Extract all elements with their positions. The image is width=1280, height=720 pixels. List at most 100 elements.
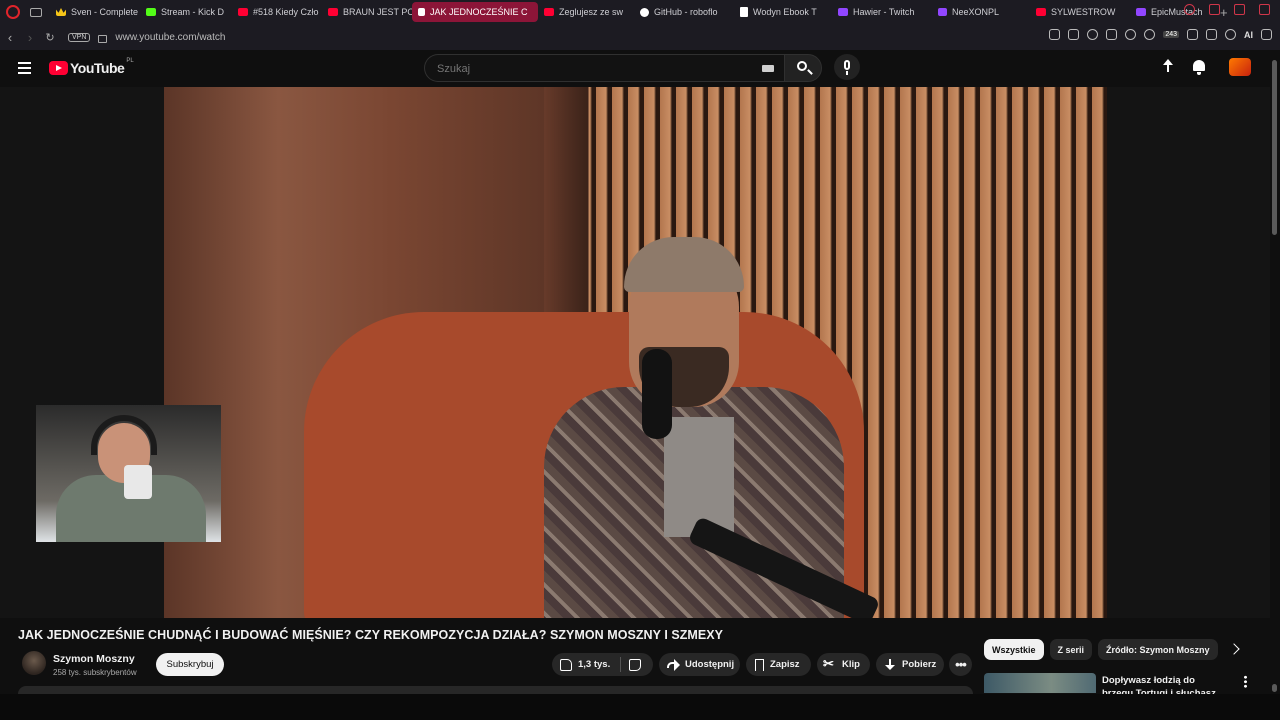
chip-series[interactable]: Z serii bbox=[1049, 639, 1093, 660]
like-divider bbox=[620, 657, 622, 672]
back-arrow-icon[interactable]: ‹ bbox=[0, 30, 20, 45]
browser-tab[interactable]: Wodyn Ebook T bbox=[734, 2, 832, 22]
chip-source[interactable]: Źródło: Szymon Moszny bbox=[1098, 639, 1218, 660]
kick-icon bbox=[938, 8, 947, 16]
more-actions-button[interactable]: ••• bbox=[949, 653, 972, 676]
thumbs-down-icon[interactable] bbox=[629, 658, 642, 671]
close-window-icon[interactable] bbox=[1259, 4, 1270, 15]
youtube-logo[interactable]: YouTube PL bbox=[49, 58, 134, 76]
chevron-right-icon[interactable] bbox=[1228, 643, 1240, 655]
scissors-icon bbox=[823, 656, 836, 672]
channel-name[interactable]: Szymon Moszny bbox=[53, 653, 135, 665]
twitch-icon bbox=[838, 8, 848, 16]
like-dislike-group: 1,3 tys. bbox=[552, 653, 653, 676]
profile-icon[interactable] bbox=[1225, 29, 1236, 40]
thumbs-up-icon[interactable] bbox=[560, 658, 572, 671]
shield-icon[interactable] bbox=[1087, 29, 1099, 40]
youtube-play-icon bbox=[49, 61, 68, 75]
search-input[interactable] bbox=[435, 62, 739, 76]
browser-tab[interactable]: NeeXONPL bbox=[932, 2, 1030, 22]
chip-all[interactable]: Wszystkie bbox=[984, 639, 1044, 660]
workspaces-icon[interactable] bbox=[30, 7, 42, 17]
video-player[interactable] bbox=[0, 87, 1270, 618]
browser-tab[interactable]: GitHub - roboflo bbox=[634, 2, 734, 22]
download-icon bbox=[884, 658, 896, 671]
kick-icon bbox=[146, 8, 156, 16]
bottom-bar bbox=[0, 694, 1280, 720]
voice-search-mic-icon[interactable] bbox=[834, 54, 860, 80]
page-scrollbar[interactable] bbox=[1272, 60, 1277, 235]
share-button[interactable]: Udostępnij bbox=[659, 653, 740, 676]
share-icon bbox=[667, 658, 680, 671]
save-label: Zapisz bbox=[770, 659, 800, 670]
github-icon bbox=[640, 7, 649, 17]
microphone bbox=[642, 349, 672, 439]
download-label: Pobierz bbox=[902, 659, 937, 670]
page-scrollbar-lower[interactable] bbox=[1272, 684, 1277, 692]
youtube-header: YouTube PL bbox=[0, 50, 1280, 87]
reload-icon[interactable]: ↻ bbox=[40, 31, 60, 44]
search-icon bbox=[797, 61, 807, 71]
search-button[interactable] bbox=[784, 54, 822, 82]
video-title: JAK JEDNOCZEŚNIE CHUDNĄĆ I BUDOWAĆ MIĘŚN… bbox=[18, 628, 724, 642]
guest-cap bbox=[624, 237, 744, 292]
youtube-icon bbox=[1036, 8, 1046, 16]
account-avatar[interactable] bbox=[1229, 58, 1251, 76]
browser-tab[interactable]: Zegluje​sz ze sw bbox=[538, 2, 634, 22]
address-bar: ‹ › ↻ VPN www.youtube.com/watch 243 AI bbox=[0, 24, 1280, 50]
browser-tab[interactable]: BRAUN JEST PO bbox=[322, 2, 412, 22]
vpn-badge[interactable]: VPN bbox=[68, 32, 91, 42]
save-button[interactable]: Zapisz bbox=[746, 653, 811, 676]
like-count[interactable]: 1,3 tys. bbox=[578, 659, 610, 670]
hamburger-menu-icon[interactable] bbox=[18, 62, 31, 74]
youtube-icon bbox=[544, 8, 554, 16]
clip-button[interactable]: Klip bbox=[817, 653, 870, 676]
browser-tab[interactable]: Hawier - Twitch bbox=[832, 2, 932, 22]
crown-icon bbox=[56, 8, 66, 16]
puzzle-icon[interactable] bbox=[1206, 29, 1217, 40]
ai-button[interactable]: AI bbox=[1244, 30, 1253, 40]
minimize-icon[interactable] bbox=[1209, 4, 1220, 15]
twitch-icon bbox=[1136, 8, 1146, 16]
browser-tab[interactable]: Stream - Kick D bbox=[140, 2, 232, 22]
download-button[interactable]: Pobierz bbox=[876, 653, 944, 676]
browser-tab[interactable]: #518 Kiedy Czło bbox=[232, 2, 322, 22]
keyboard-icon[interactable] bbox=[762, 65, 774, 72]
video-frame bbox=[164, 87, 1107, 618]
description-box[interactable] bbox=[18, 686, 973, 694]
more-vertical-icon[interactable] bbox=[1244, 675, 1247, 688]
browser-tab[interactable]: Sven - Complete bbox=[50, 2, 140, 22]
speaker-icon bbox=[418, 8, 425, 16]
heart-icon[interactable] bbox=[1125, 29, 1137, 40]
streamer-webcam-overlay bbox=[36, 405, 221, 542]
maximize-icon[interactable] bbox=[1234, 4, 1245, 15]
recommendation-title[interactable]: Dopływasz łodzią do brzegu Tortugi i słu… bbox=[1102, 674, 1227, 694]
bookmark-icon bbox=[755, 658, 764, 671]
notifications-bell-icon[interactable] bbox=[1193, 60, 1205, 75]
opera-logo-icon[interactable] bbox=[6, 5, 20, 19]
youtube-icon bbox=[328, 8, 338, 16]
browser-tab[interactable]: SYLWESTROW bbox=[1030, 2, 1130, 22]
forward-arrow-icon[interactable]: › bbox=[20, 30, 40, 45]
snapshot-icon[interactable] bbox=[1068, 29, 1080, 40]
url-field[interactable]: www.youtube.com/watch bbox=[115, 32, 225, 43]
easy-setup-icon[interactable] bbox=[1261, 29, 1272, 40]
lock-icon[interactable] bbox=[98, 35, 108, 43]
recommendation-thumbnail[interactable] bbox=[984, 673, 1096, 693]
wallet-icon[interactable] bbox=[1187, 29, 1198, 40]
channel-avatar[interactable] bbox=[22, 651, 46, 675]
browser-tab-active[interactable]: JAK JEDNOCZEŚNIE C bbox=[412, 2, 538, 22]
extension-a-icon[interactable] bbox=[1144, 29, 1156, 40]
clip-label: Klip bbox=[842, 659, 860, 670]
extension-badge[interactable]: 243 bbox=[1163, 31, 1179, 38]
subscribe-button[interactable]: Subskrybuj bbox=[156, 653, 224, 676]
country-code: PL bbox=[126, 58, 134, 64]
create-upload-icon[interactable] bbox=[1160, 59, 1176, 75]
share-label: Udostępnij bbox=[685, 659, 735, 670]
window-controls bbox=[1184, 4, 1270, 15]
more-horizontal-icon: ••• bbox=[955, 657, 967, 672]
pin-icon[interactable] bbox=[1049, 29, 1061, 40]
document-icon bbox=[740, 7, 748, 17]
play-icon[interactable] bbox=[1106, 29, 1118, 40]
search-tabs-icon[interactable] bbox=[1184, 4, 1195, 15]
